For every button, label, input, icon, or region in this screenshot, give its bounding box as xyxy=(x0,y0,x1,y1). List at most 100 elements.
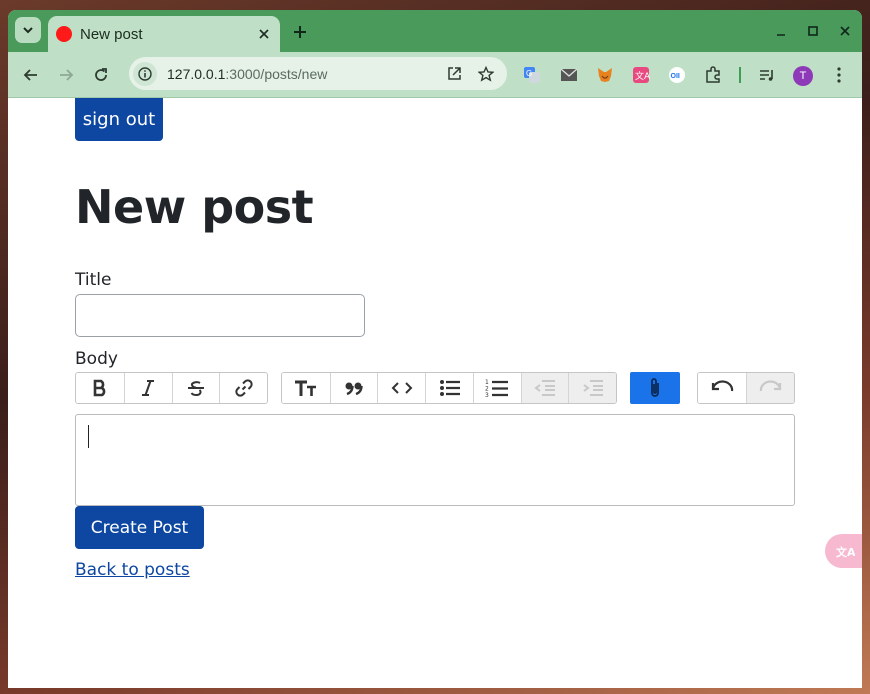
external-link-icon xyxy=(447,67,461,80)
bold-button[interactable] xyxy=(76,373,124,403)
new-tab-button[interactable] xyxy=(288,20,312,44)
favicon xyxy=(56,26,72,42)
undo-icon xyxy=(711,380,734,392)
quote-icon xyxy=(345,382,363,396)
dictionary-extension[interactable]: 文A xyxy=(631,65,651,85)
page-title: New post xyxy=(75,180,314,234)
decrease-indent-icon xyxy=(534,380,555,396)
text-tools-group xyxy=(75,372,268,404)
chevron-down-icon xyxy=(23,27,33,34)
code-icon xyxy=(391,382,413,394)
extensions-button[interactable] xyxy=(703,65,723,85)
translate-icon: 文A xyxy=(836,545,855,559)
google-translate-extension[interactable]: G xyxy=(522,65,542,85)
increase-indent-button[interactable] xyxy=(568,373,616,403)
tab-new-post[interactable]: New post xyxy=(48,16,280,52)
more-vertical-icon xyxy=(837,67,841,83)
link-button[interactable] xyxy=(219,373,267,403)
text-caret xyxy=(88,425,89,448)
bullet-list-icon xyxy=(439,380,460,396)
reload-button[interactable] xyxy=(90,64,112,86)
strikethrough-button[interactable] xyxy=(171,373,220,403)
attach-files-button[interactable] xyxy=(630,372,680,404)
body-editor[interactable] xyxy=(75,414,795,506)
tab-strip: New post xyxy=(8,10,862,52)
fox-icon xyxy=(598,68,612,82)
mail-icon xyxy=(560,68,578,81)
tab-title: New post xyxy=(80,25,143,43)
back-button[interactable] xyxy=(20,64,42,86)
forward-button[interactable] xyxy=(55,64,77,86)
star-icon xyxy=(478,65,494,82)
create-post-button[interactable]: Create Post xyxy=(75,506,204,549)
title-input[interactable] xyxy=(75,294,365,337)
translate-icon: 文A xyxy=(633,67,650,83)
italic-icon xyxy=(142,380,155,396)
redo-button[interactable] xyxy=(746,373,794,403)
heading-icon xyxy=(294,380,316,396)
reload-icon xyxy=(95,68,107,81)
svg-text:3: 3 xyxy=(485,392,489,398)
close-window-button[interactable] xyxy=(836,22,854,40)
maximize-icon xyxy=(808,26,818,36)
ollama-extension[interactable]: OII xyxy=(667,65,687,85)
numbered-list-icon: 123 xyxy=(485,379,509,398)
profile-avatar[interactable]: T xyxy=(793,66,813,86)
body-label: Body xyxy=(75,349,118,369)
svg-text:文A: 文A xyxy=(635,70,650,82)
ollama-icon: OII xyxy=(669,67,685,83)
svg-text:G: G xyxy=(526,69,532,78)
mail-extension[interactable] xyxy=(559,65,579,85)
close-icon xyxy=(259,29,269,39)
strikethrough-icon xyxy=(187,381,204,396)
browser-menu-button[interactable] xyxy=(829,65,849,85)
italic-button[interactable] xyxy=(123,373,172,403)
minimize-button[interactable] xyxy=(772,22,790,40)
playlist-icon xyxy=(760,70,773,81)
browser-toolbar: 127.0.0.1:3000/posts/new G 文A OII T xyxy=(8,52,862,98)
page-content: sign out New post Title Body 1 2 3 Creat… xyxy=(8,98,862,688)
arrow-right-icon xyxy=(60,69,74,81)
editor-toolbar: 123 xyxy=(75,372,795,404)
increase-indent-icon xyxy=(583,380,603,396)
url-path: :3000/posts/new xyxy=(225,65,328,82)
bold-icon xyxy=(93,379,106,397)
puzzle-icon xyxy=(706,66,720,83)
redo-icon xyxy=(759,380,781,392)
undo-button[interactable] xyxy=(698,373,746,403)
open-in-app-button[interactable] xyxy=(443,63,465,85)
arrow-left-icon xyxy=(23,69,37,81)
svg-text:OII: OII xyxy=(671,73,680,80)
tab-close-button[interactable] xyxy=(254,24,274,44)
code-button[interactable] xyxy=(377,373,426,403)
close-icon xyxy=(840,26,850,36)
quote-button[interactable] xyxy=(329,373,378,403)
bookmark-button[interactable] xyxy=(475,63,497,85)
translate-icon: G xyxy=(524,67,540,83)
decrease-indent-button[interactable] xyxy=(520,373,569,403)
back-to-posts-link[interactable]: Back to posts xyxy=(75,560,190,580)
title-label: Title xyxy=(75,270,112,290)
metamask-extension[interactable] xyxy=(595,65,615,85)
history-tools-group xyxy=(697,372,795,404)
url-text: 127.0.0.1:3000/posts/new xyxy=(167,66,443,82)
maximize-button[interactable] xyxy=(804,22,822,40)
heading-button[interactable] xyxy=(282,373,330,403)
tab-search-button[interactable] xyxy=(15,17,41,43)
floating-translate-button[interactable]: 文A xyxy=(825,534,862,568)
sign-out-button[interactable]: sign out xyxy=(75,98,163,141)
link-icon xyxy=(235,379,253,397)
svg-text:文A: 文A xyxy=(836,545,855,559)
media-controls-button[interactable] xyxy=(757,65,777,85)
minimize-icon xyxy=(777,34,785,36)
url-host: 127.0.0.1 xyxy=(167,65,226,82)
numbered-list-button[interactable]: 123 xyxy=(472,373,521,403)
address-bar[interactable]: 127.0.0.1:3000/posts/new xyxy=(129,57,507,90)
block-tools-group: 123 xyxy=(281,372,617,404)
bullet-list-button[interactable] xyxy=(425,373,473,403)
plus-icon xyxy=(294,26,306,38)
attach-files-icon xyxy=(651,378,659,397)
browser-window: New post 127.0.0.1:3000/posts/new G 文A O… xyxy=(8,10,862,688)
toolbar-divider xyxy=(739,67,741,83)
site-info-button[interactable] xyxy=(133,61,157,86)
